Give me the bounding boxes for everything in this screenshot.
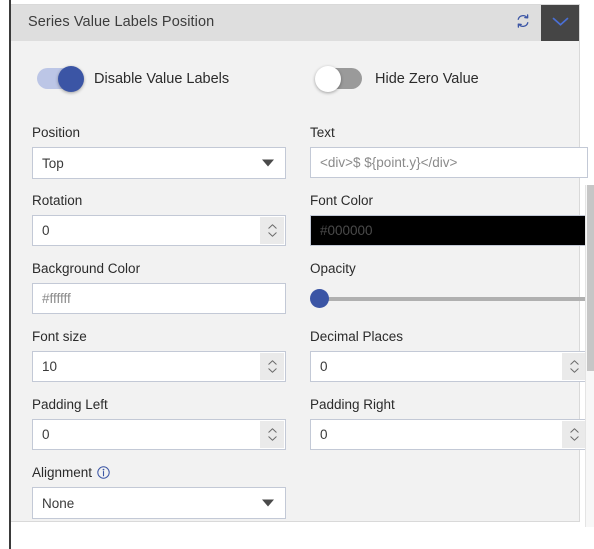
- field-padding-left: Padding Left 0: [32, 397, 310, 465]
- refresh-button[interactable]: [505, 5, 541, 41]
- toggle-knob: [58, 65, 84, 92]
- chevron-up-icon: [569, 360, 579, 365]
- form-row-fontsize-decimals: Font size 10 Decimal Places 0: [32, 329, 588, 397]
- form-row-position-text: Position Top Text <div>$ ${point.y}</div…: [32, 125, 588, 193]
- rotation-stepper[interactable]: [260, 217, 284, 244]
- info-icon[interactable]: [97, 466, 110, 479]
- font-size-stepper[interactable]: [260, 353, 284, 380]
- font-size-label: Font size: [32, 329, 87, 344]
- slider-thumb[interactable]: [310, 289, 329, 308]
- decimal-places-label: Decimal Places: [310, 329, 404, 344]
- text-input[interactable]: <div>$ ${point.y}</div>: [310, 147, 588, 178]
- field-background-color: Background Color #ffffff: [32, 261, 310, 329]
- decimal-places-stepper[interactable]: [562, 353, 586, 380]
- padding-left-input[interactable]: 0: [32, 419, 286, 450]
- form-grid: Position Top Text <div>$ ${point.y}</div…: [32, 125, 588, 533]
- field-font-size: Font size 10: [32, 329, 310, 397]
- opacity-label: Opacity: [310, 261, 356, 276]
- padding-right-label: Padding Right: [310, 397, 395, 412]
- padding-left-stepper[interactable]: [260, 421, 284, 448]
- field-alignment-spacer: [310, 465, 588, 533]
- alignment-value: None: [42, 495, 75, 511]
- form-row-bgcolor-opacity: Background Color #ffffff Opacity: [32, 261, 588, 329]
- padding-right-input[interactable]: 0: [310, 419, 588, 450]
- hide-zero-value-group: Hide Zero Value: [315, 65, 479, 92]
- collapse-panel-button[interactable]: [541, 5, 579, 41]
- chevron-down-icon: [267, 368, 277, 373]
- series-value-labels-panel: Series Value Labels Position Disable Val…: [11, 4, 588, 523]
- font-color-label: Font Color: [310, 193, 374, 208]
- text-value: <div>$ ${point.y}</div>: [320, 155, 458, 170]
- alignment-select[interactable]: None: [32, 487, 286, 519]
- chevron-down-icon: [262, 499, 274, 507]
- field-text: Text <div>$ ${point.y}</div>: [310, 125, 588, 193]
- padding-right-stepper[interactable]: [562, 421, 586, 448]
- field-font-color: Font Color #000000: [310, 193, 588, 261]
- hide-zero-value-label: Hide Zero Value: [375, 70, 479, 87]
- panel-header: Series Value Labels Position: [11, 5, 579, 41]
- disable-value-labels-group: Disable Value Labels: [37, 65, 230, 92]
- font-color-input[interactable]: #000000: [310, 215, 588, 246]
- text-label: Text: [310, 125, 335, 140]
- alignment-label-line: Alignment: [32, 465, 286, 480]
- chevron-up-icon: [267, 224, 277, 229]
- panel-title: Series Value Labels Position: [28, 14, 215, 30]
- font-size-value: 10: [42, 359, 58, 374]
- panel-body: Disable Value Labels Hide Zero Value Pos…: [11, 41, 588, 523]
- padding-left-value: 0: [42, 427, 50, 442]
- app-root: Series Value Labels Position Disable Val…: [0, 0, 594, 549]
- opacity-slider[interactable]: [310, 283, 588, 314]
- chevron-up-icon: [267, 428, 277, 433]
- font-size-input[interactable]: 10: [32, 351, 286, 382]
- rotation-value: 0: [42, 223, 50, 238]
- form-row-padding: Padding Left 0 Padding Right 0: [32, 397, 588, 465]
- position-select[interactable]: Top: [32, 147, 286, 179]
- field-position: Position Top: [32, 125, 310, 193]
- chevron-down-icon: [267, 232, 277, 237]
- refresh-icon: [515, 13, 531, 34]
- form-row-alignment: Alignment None: [32, 465, 588, 533]
- field-opacity: Opacity: [310, 261, 588, 329]
- field-alignment: Alignment None: [32, 465, 310, 533]
- padding-left-label: Padding Left: [32, 397, 108, 412]
- form-row-rotation-fontcolor: Rotation 0 Font Color #000000: [32, 193, 588, 261]
- background-color-value: #ffffff: [42, 291, 71, 306]
- header-actions: [505, 5, 579, 41]
- toggle-knob: [315, 65, 341, 92]
- chevron-down-icon: [552, 14, 569, 32]
- rotation-label: Rotation: [32, 193, 83, 208]
- background-color-input[interactable]: #ffffff: [32, 283, 286, 314]
- field-rotation: Rotation 0: [32, 193, 310, 261]
- field-decimal-places: Decimal Places 0: [310, 329, 588, 397]
- chevron-down-icon: [262, 159, 274, 167]
- chevron-up-icon: [267, 360, 277, 365]
- vertical-scrollbar[interactable]: [585, 185, 594, 527]
- font-color-value: #000000: [320, 223, 373, 238]
- toggle-row: Disable Value Labels Hide Zero Value: [32, 65, 562, 98]
- position-value: Top: [42, 155, 64, 171]
- disable-value-labels-toggle[interactable]: [37, 65, 84, 92]
- rotation-input[interactable]: 0: [32, 215, 286, 246]
- field-padding-right: Padding Right 0: [310, 397, 588, 465]
- decimal-places-value: 0: [320, 359, 328, 374]
- background-color-label: Background Color: [32, 261, 141, 276]
- scrollbar-thumb[interactable]: [587, 185, 594, 371]
- alignment-label: Alignment: [32, 465, 93, 480]
- slider-track: [311, 296, 588, 301]
- padding-right-value: 0: [320, 427, 328, 442]
- hide-zero-value-toggle[interactable]: [315, 65, 362, 92]
- position-label: Position: [32, 125, 81, 140]
- decimal-places-input[interactable]: 0: [310, 351, 588, 382]
- chevron-down-icon: [569, 368, 579, 373]
- disable-value-labels-label: Disable Value Labels: [94, 70, 230, 87]
- chevron-down-icon: [569, 436, 579, 441]
- chevron-down-icon: [267, 436, 277, 441]
- chevron-up-icon: [569, 428, 579, 433]
